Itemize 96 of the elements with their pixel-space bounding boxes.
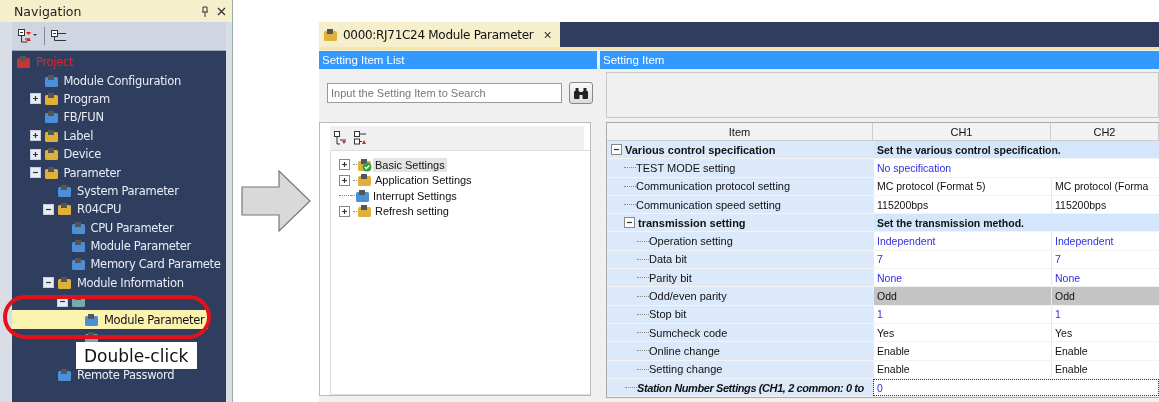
value-cell[interactable]: MC protocol (Forma (1051, 177, 1159, 195)
collapse-icon[interactable] (43, 277, 54, 289)
expand-icon[interactable] (29, 130, 41, 142)
close-icon[interactable] (217, 6, 226, 16)
item-cell: Parity bit (607, 269, 873, 287)
module-icon (57, 275, 73, 290)
search-button[interactable] (569, 82, 593, 104)
panel-title: Navigation (14, 3, 82, 19)
value-cell[interactable]: Independent (873, 232, 1051, 250)
pane-header: Setting Item (600, 51, 1159, 69)
tree-view-button[interactable] (51, 30, 67, 42)
value-cell[interactable]: 1 (1051, 305, 1159, 323)
value-cell[interactable]: None (873, 269, 1051, 287)
collapse-icon[interactable] (29, 167, 41, 179)
tree-item[interactable]: Basic Settings (373, 157, 447, 172)
tree-item[interactable]: Module Information (12, 273, 226, 293)
module-icon (355, 188, 371, 203)
collapse-all-button[interactable] (354, 131, 368, 145)
module-icon (43, 165, 60, 180)
editor-tab[interactable]: 0000:RJ71C24 Module Parameter × (319, 22, 560, 47)
module-icon (43, 73, 60, 88)
tree-item[interactable]: Interrupt Settings (371, 188, 459, 203)
module-icon (357, 204, 373, 219)
search-icon (573, 86, 589, 100)
expand-icon[interactable] (29, 93, 41, 105)
expand-icon[interactable] (339, 159, 350, 171)
tree-item[interactable]: Module Parameter (12, 310, 208, 329)
module-icon (16, 55, 32, 70)
expand-icon[interactable] (339, 205, 350, 217)
description-cell: Set the transmission method. (873, 214, 1159, 232)
value-cell[interactable]: 0 (873, 378, 1159, 397)
item-cell: Operation setting (607, 232, 873, 250)
tree-item[interactable]: System Parameter (12, 181, 226, 201)
tree-item[interactable]: Application Settings (373, 173, 474, 188)
value-cell[interactable]: 1 (873, 305, 1051, 323)
value-cell[interactable]: No specification (873, 159, 1159, 177)
module-icon (57, 183, 73, 198)
collapse-icon[interactable] (624, 217, 635, 229)
column-header: CH1 (873, 123, 1051, 140)
tree-item[interactable]: R04CPU (12, 200, 226, 219)
module-icon (357, 173, 373, 188)
tree-item[interactable]: CPU Parameter (12, 218, 226, 237)
collapse-icon[interactable] (43, 203, 54, 215)
column-header: Item (607, 123, 873, 140)
value-cell[interactable]: Enable (1051, 360, 1159, 378)
module-icon (84, 312, 100, 327)
tree-item[interactable]: Program (12, 89, 226, 109)
item-cell: Odd/even parity (607, 287, 873, 305)
value-cell[interactable]: Enable (1051, 342, 1159, 360)
tree-item[interactable]: Label (12, 126, 226, 145)
collapse-tree-button[interactable] (18, 29, 38, 43)
description-cell: Set the various control specification. (873, 141, 1159, 159)
search-field[interactable]: Input the Setting Item to Search (327, 83, 562, 103)
expand-all-button[interactable] (334, 131, 348, 145)
collapse-icon[interactable] (611, 144, 622, 156)
module-icon (70, 239, 87, 254)
value-cell[interactable]: MC protocol (Format 5) (873, 177, 1051, 195)
tree-item[interactable]: Refresh setting (373, 204, 451, 219)
module-icon (43, 91, 60, 106)
column-header: CH2 (1051, 123, 1159, 140)
tree-item[interactable]: Parameter (12, 163, 226, 182)
value-cell[interactable]: Yes (1051, 323, 1159, 342)
module-icon (43, 147, 60, 162)
pane-header: Setting Item List (319, 51, 597, 69)
module-icon (57, 367, 73, 382)
tree-item[interactable]: Device (12, 144, 226, 164)
value-cell[interactable]: 7 (873, 250, 1051, 269)
check-folder-icon (357, 157, 373, 172)
value-cell[interactable]: Enable (873, 360, 1051, 378)
module-icon (43, 128, 60, 143)
module-icon (323, 27, 339, 42)
value-cell[interactable]: 115200bps (1051, 195, 1159, 214)
expand-icon[interactable] (29, 148, 41, 160)
value-cell[interactable]: Yes (873, 323, 1051, 342)
tree-item[interactable]: Module Parameter (12, 236, 226, 256)
value-cell[interactable]: Independent (1051, 232, 1159, 250)
tree-item[interactable]: Module Configuration (12, 71, 226, 90)
module-icon (43, 110, 60, 125)
item-cell: TEST MODE setting (607, 159, 873, 177)
module-icon (70, 257, 87, 272)
value-cell[interactable]: Enable (873, 342, 1051, 360)
value-cell[interactable]: None (1051, 269, 1159, 287)
annotation-label: Double-click (76, 342, 197, 369)
module-icon (70, 220, 87, 235)
pin-icon[interactable] (201, 5, 209, 17)
right-arrow-icon (241, 170, 311, 232)
value-cell[interactable]: 115200bps (873, 195, 1051, 214)
value-cell[interactable]: 7 (1051, 250, 1159, 269)
item-cell: Online change (607, 342, 873, 360)
expand-icon[interactable] (339, 174, 350, 186)
item-cell: Various control specification (607, 141, 873, 159)
tab-close-button[interactable]: × (537, 26, 552, 43)
tree-item[interactable]: FB/FUN (12, 108, 226, 127)
tree-item[interactable]: Memory Card Paramete (12, 255, 226, 274)
module-icon (57, 202, 73, 217)
item-cell: transmission setting (607, 214, 873, 232)
